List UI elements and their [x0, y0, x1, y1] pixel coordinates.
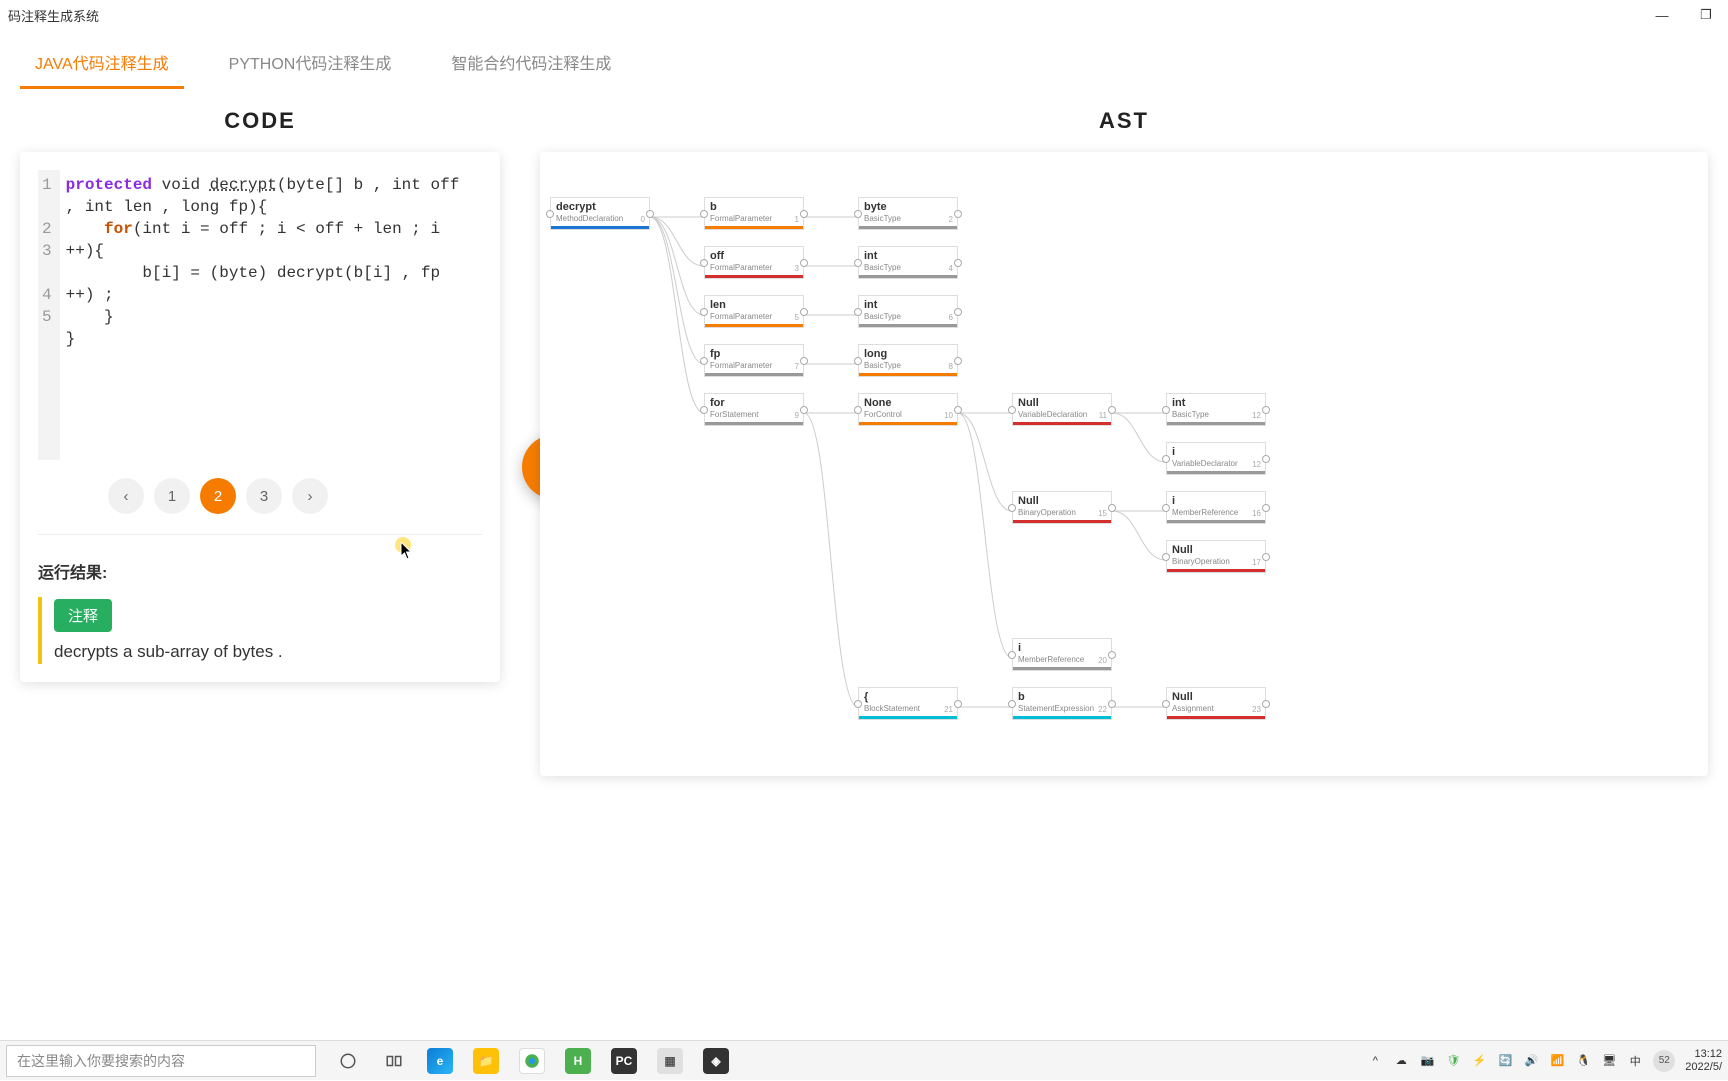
tray-shield-icon[interactable]: 🛡	[1445, 1053, 1461, 1069]
ast-node[interactable]: NullVariableDeclaration11	[1012, 393, 1112, 426]
app-icon-2[interactable]: ◈	[694, 1041, 738, 1081]
ast-node[interactable]: intBasicType6	[858, 295, 958, 328]
taskbar: 在这里输入你要搜索的内容 e 📁 H PC ▦ ◈ ^ ☁ 📷 🛡 ⚡ 🔄 🔊 …	[0, 1040, 1728, 1080]
pagination: ‹ 1 2 3 ›	[38, 460, 482, 518]
cortana-icon[interactable]	[372, 1041, 416, 1081]
ast-node[interactable]: NoneForControl10	[858, 393, 958, 426]
result-text: decrypts a sub-array of bytes .	[54, 642, 482, 662]
app-icon-1[interactable]: ▦	[648, 1041, 692, 1081]
ast-card: decryptMethodDeclaration0 bFormalParamete…	[540, 152, 1708, 776]
titlebar: 码注释生成系统 — ❐	[0, 0, 1728, 30]
code-heading: CODE	[20, 90, 500, 152]
ast-node[interactable]: forForStatement9	[704, 393, 804, 426]
page-1[interactable]: 1	[154, 478, 190, 514]
result-label: 运行结果:	[38, 551, 482, 597]
tray-wifi-icon[interactable]: 📶	[1549, 1053, 1565, 1069]
tab-bar: JAVA代码注释生成 PYTHON代码注释生成 智能合约代码注释生成	[0, 30, 1728, 90]
tray-monitor-icon[interactable]: 🖥	[1601, 1053, 1617, 1069]
maximize-button[interactable]: ❐	[1692, 5, 1720, 25]
tray-sync-icon[interactable]: 🔄	[1497, 1053, 1513, 1069]
ast-node[interactable]: iVariableDeclarator12	[1166, 442, 1266, 475]
tray-up-icon[interactable]: ^	[1367, 1053, 1383, 1069]
ast-node[interactable]: bFormalParameter1	[704, 197, 804, 230]
ast-node[interactable]: bStatementExpression22	[1012, 687, 1112, 720]
app-h-icon[interactable]: H	[556, 1041, 600, 1081]
ast-node[interactable]: fpFormalParameter7	[704, 344, 804, 377]
ast-node[interactable]: NullBinaryOperation15	[1012, 491, 1112, 524]
ast-node[interactable]: {BlockStatement21	[858, 687, 958, 720]
page-prev[interactable]: ‹	[108, 478, 144, 514]
ast-node[interactable]: iMemberReference16	[1166, 491, 1266, 524]
pycharm-icon[interactable]: PC	[602, 1041, 646, 1081]
tray-volume-icon[interactable]: 🔊	[1523, 1053, 1539, 1069]
task-view-icon[interactable]	[326, 1041, 370, 1081]
ast-node[interactable]: iMemberReference20	[1012, 638, 1112, 671]
page-2[interactable]: 2	[200, 478, 236, 514]
tab-python[interactable]: PYTHON代码注释生成	[214, 40, 407, 89]
ast-graph[interactable]: decryptMethodDeclaration0 bFormalParamete…	[550, 192, 1698, 736]
cursor-icon	[400, 542, 414, 560]
code-card: 1 2 3 4 5 protected void decrypt(byte[] …	[20, 152, 500, 682]
ast-node[interactable]: intBasicType12	[1166, 393, 1266, 426]
ast-node[interactable]: intBasicType4	[858, 246, 958, 279]
tray-camera-icon[interactable]: 📷	[1419, 1053, 1435, 1069]
result-box: 注释 decrypts a sub-array of bytes .	[38, 597, 482, 664]
comment-badge: 注释	[54, 599, 112, 632]
edge-icon[interactable]: e	[418, 1041, 462, 1081]
ast-node[interactable]: longBasicType8	[858, 344, 958, 377]
ast-node[interactable]: offFormalParameter3	[704, 246, 804, 279]
taskbar-search[interactable]: 在这里输入你要搜索的内容	[6, 1045, 316, 1077]
tray-cloud-icon[interactable]: ☁	[1393, 1053, 1409, 1069]
window-title: 码注释生成系统	[8, 6, 99, 25]
code-editor[interactable]: 1 2 3 4 5 protected void decrypt(byte[] …	[38, 170, 482, 460]
page-3[interactable]: 3	[246, 478, 282, 514]
tab-java[interactable]: JAVA代码注释生成	[20, 40, 184, 89]
system-tray: ^ ☁ 📷 🛡 ⚡ 🔄 🔊 📶 🐧 🖥 中 52 13:12 2022/5/	[1361, 1048, 1728, 1074]
tray-power-icon[interactable]: ⚡	[1471, 1053, 1487, 1069]
file-explorer-icon[interactable]: 📁	[464, 1041, 508, 1081]
tray-notification-badge[interactable]: 52	[1653, 1050, 1675, 1072]
ast-heading: AST	[540, 90, 1708, 152]
minimize-button[interactable]: —	[1648, 5, 1676, 25]
ast-node[interactable]: NullBinaryOperation17	[1166, 540, 1266, 573]
ast-node[interactable]: decryptMethodDeclaration0	[550, 197, 650, 230]
taskbar-clock[interactable]: 13:12 2022/5/	[1685, 1048, 1722, 1074]
window-controls: — ❐	[1648, 5, 1720, 25]
tray-ime-icon[interactable]: 中	[1627, 1053, 1643, 1069]
ast-node[interactable]: byteBasicType2	[858, 197, 958, 230]
ast-node[interactable]: lenFormalParameter5	[704, 295, 804, 328]
tray-penguin-icon[interactable]: 🐧	[1575, 1053, 1591, 1069]
tab-contract[interactable]: 智能合约代码注释生成	[436, 40, 626, 89]
code-content: protected void decrypt(byte[] b , int of…	[60, 170, 482, 460]
line-gutter: 1 2 3 4 5	[38, 170, 60, 460]
ast-node[interactable]: NullAssignment23	[1166, 687, 1266, 720]
chrome-icon[interactable]	[510, 1041, 554, 1081]
divider	[38, 534, 482, 535]
page-next[interactable]: ›	[292, 478, 328, 514]
